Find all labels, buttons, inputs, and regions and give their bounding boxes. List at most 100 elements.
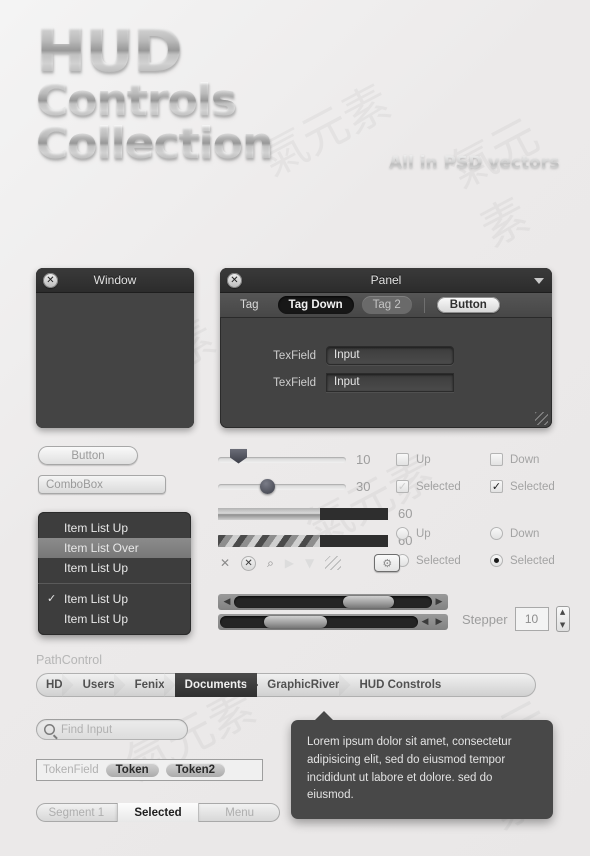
list-item[interactable]: Item List Up [38,558,191,578]
checkbox-icon[interactable]: ✓ [396,480,409,493]
checkbox-icon[interactable]: ✓ [490,453,503,466]
breadcrumb-item-users[interactable]: Users [73,673,126,697]
checkbox-selected-faint[interactable]: ✓ Selected [396,480,490,493]
checkbox-radio-grid: ✓ Up ✓ Down ✓ Selected ✓ Selected Up Down Se… [396,453,584,567]
resize-lines-icon[interactable] [325,556,342,570]
scrollbar-thumb[interactable] [342,596,395,608]
gear-box-icon[interactable]: ⚙ [374,554,401,572]
progress-fill [218,534,320,547]
progress-bar-striped [218,534,388,547]
stepper-control: Stepper 10 ▲ ▼ [462,606,570,632]
title-line-1: HUD [36,21,272,81]
radio-icon[interactable] [490,554,503,567]
checkbox-up[interactable]: ✓ Up [396,453,490,466]
radio-label: Down [510,527,540,540]
checkbox-icon[interactable]: ✓ [490,480,503,493]
combobox[interactable]: ComboBox [38,475,166,494]
light-button[interactable]: Button [38,446,138,465]
list-item[interactable]: Item List Over [38,538,191,558]
breadcrumb-item-documents[interactable]: Documents [174,673,259,697]
textfield-input-1[interactable]: Input [326,346,454,365]
tab-tag-2[interactable]: Tag 2 [361,296,412,314]
popover-pointer [315,711,333,720]
breadcrumb-item-hd[interactable]: HD [36,673,74,697]
radio-selected-on[interactable]: Selected [490,554,584,567]
segment-1[interactable]: Segment 1 [36,803,117,822]
list-item[interactable]: Item List Up [38,609,191,629]
scrollbar-horizontal-1[interactable]: ◀ ▶ [218,594,448,610]
stepper-buttons[interactable]: ▲ ▼ [555,606,570,632]
scroll-left-arrow-icon[interactable]: ◀ [418,617,432,627]
tab-tag-down[interactable]: Tag Down [277,296,354,314]
scroll-left-arrow-icon[interactable]: ◀ [220,597,234,607]
close-x-icon[interactable]: ✕ [220,556,230,570]
icon-row: ✕ ✕ ⌕ ▶ ▼ ⚙ [220,554,401,572]
segment-menu[interactable]: Menu [198,803,280,822]
resize-grip-icon[interactable] [535,412,548,425]
toolbar-button[interactable]: Button [436,297,500,313]
stepper-down-icon[interactable]: ▼ [560,622,565,629]
search-placeholder: Find Input [61,723,113,736]
close-circle-icon[interactable]: ✕ [241,555,257,571]
radio-up[interactable]: Up [396,527,490,540]
breadcrumb-item-fenix[interactable]: Fenix [125,673,176,697]
scroll-right-arrow-icon[interactable]: ▶ [432,617,446,627]
down-triangle-icon[interactable]: ▼ [305,556,314,570]
scrollbar-thumb[interactable] [263,616,327,628]
slider-thumb-shield[interactable] [230,448,247,464]
search-icon[interactable]: ⌕ [267,556,274,571]
radio-selected-off[interactable]: Selected [396,554,490,567]
token-field-label: TokenField [43,764,99,776]
play-triangle-icon[interactable]: ▶ [285,556,294,570]
close-icon[interactable]: ✕ [43,273,58,288]
slider-thumb-round[interactable] [260,478,275,494]
breadcrumb-label: Users [82,679,115,691]
radio-down[interactable]: Down [490,527,584,540]
slider-track-shield[interactable] [218,448,346,464]
slider-value: 10 [356,452,371,467]
scrollbar-trough[interactable] [234,596,432,608]
checkbox-icon[interactable]: ✓ [396,453,409,466]
token-2[interactable]: Token2 [165,763,226,777]
close-icon[interactable]: ✕ [227,273,242,288]
token-field[interactable]: TokenField Token Token2 [36,759,263,781]
window-panel: ✕ Window [36,268,194,428]
checkbox-down[interactable]: ✓ Down [490,453,584,466]
title-line-2: Controls [36,78,272,123]
scrollbar-horizontal-2[interactable]: ◀ ▶ [218,614,448,630]
panel-title: Panel [370,273,402,287]
breadcrumb-label: GraphicRiver [267,679,340,691]
scrollbar-trough[interactable] [220,616,418,628]
check-icon: ✓ [47,593,57,605]
radio-label: Up [416,527,431,540]
checkbox-label: Up [416,453,431,466]
list-item[interactable]: ✓ Item List Up [38,589,191,609]
slider-row: 30 [218,478,412,494]
stepper-up-icon[interactable]: ▲ [560,609,565,616]
window-title: Window [93,273,137,287]
list-item-label: Item List Up [64,561,129,575]
page-header: HUD Controls Collection [36,21,273,166]
textfield-input-2[interactable]: Input [326,373,454,392]
radio-icon[interactable] [396,527,409,540]
list-item[interactable]: Item List Up [38,518,191,538]
segment-selected[interactable]: Selected [116,803,199,822]
panel-body: TexField Input TexField Input [220,318,552,392]
form-row: TexField Input [262,346,552,365]
breadcrumb-item-graphicriver[interactable]: GraphicRiver [257,673,351,697]
stepper-value[interactable]: 10 [514,607,549,631]
search-input[interactable]: Find Input [36,719,188,740]
checkbox-selected-on[interactable]: ✓ Selected [490,480,584,493]
window-titlebar: ✕ Window [36,268,194,293]
checkbox-label: Down [510,453,540,466]
chevron-down-icon[interactable] [534,278,544,284]
breadcrumb-label: Documents [184,679,248,691]
checkbox-label: Selected [416,480,461,493]
breadcrumb-item-hud-constrols[interactable]: HUD Constrols [350,673,452,697]
radio-icon[interactable] [490,527,503,540]
list-item-label: Item List Up [64,521,129,535]
token-1[interactable]: Token [105,763,159,777]
scroll-right-arrow-icon[interactable]: ▶ [432,597,446,607]
slider-track-round[interactable] [218,478,346,494]
tab-tag[interactable]: Tag [229,296,270,314]
